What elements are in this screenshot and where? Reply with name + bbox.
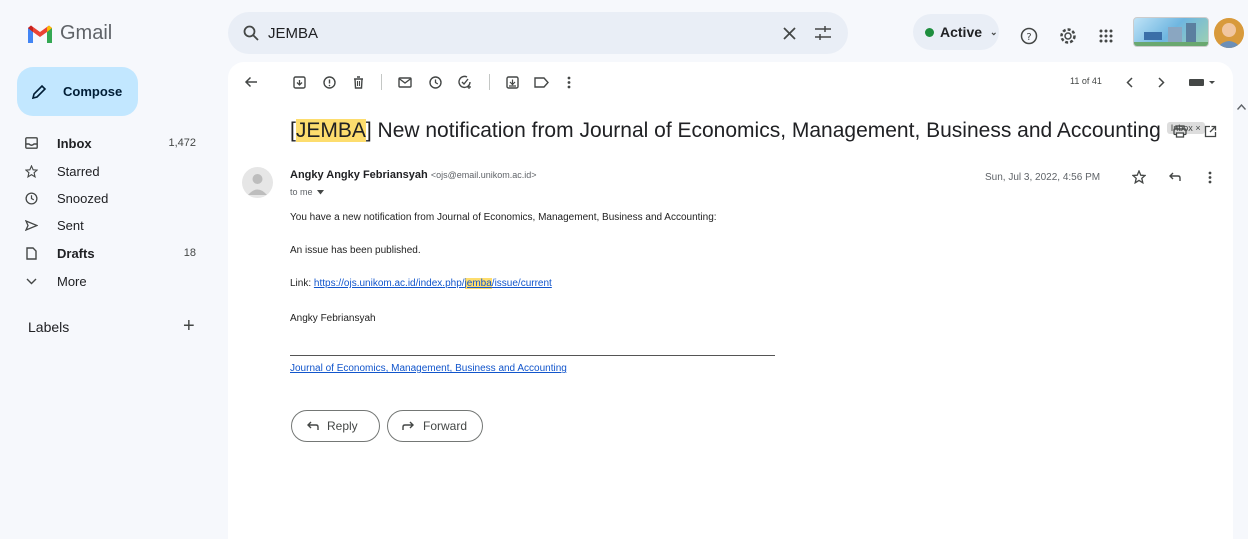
body-paragraph: An issue has been published. xyxy=(290,245,421,256)
link-text-part: /issue/current xyxy=(491,278,552,289)
mark-unread-mail-icon[interactable] xyxy=(396,73,414,91)
sender-line: Angky Angky Febriansyah <ojs@email.uniko… xyxy=(290,169,537,181)
sidebar-item-starred[interactable]: Starred xyxy=(24,158,204,184)
forward-icon xyxy=(402,421,414,430)
caret-down-icon xyxy=(316,189,324,194)
delete-trash-icon[interactable] xyxy=(349,73,367,91)
gmail-logo[interactable]: Gmail xyxy=(27,22,112,45)
sidebar-item-label: More xyxy=(57,273,87,289)
gmail-m-icon xyxy=(28,25,52,43)
snooze-clock-icon[interactable] xyxy=(426,73,444,91)
add-task-icon[interactable] xyxy=(456,73,474,91)
older-chevron-right-icon[interactable] xyxy=(1153,74,1169,90)
send-icon xyxy=(24,219,38,231)
sidebar-item-inbox[interactable]: Inbox 1,472 xyxy=(24,130,204,156)
inbox-icon xyxy=(24,137,38,149)
sidebar-item-snoozed[interactable]: Snoozed xyxy=(24,185,204,211)
report-spam-icon[interactable] xyxy=(320,73,338,91)
open-new-window-icon[interactable] xyxy=(1202,123,1218,139)
body-link-line: Link: https://ojs.unikom.ac.id/index.php… xyxy=(290,278,552,289)
input-tools-keyboard-icon[interactable] xyxy=(1185,74,1219,90)
forward-button[interactable]: Forward xyxy=(387,410,483,442)
sidebar-item-sent[interactable]: Sent xyxy=(24,212,204,238)
settings-gear-icon[interactable] xyxy=(1058,26,1078,46)
sidebar-item-label: Sent xyxy=(57,217,84,233)
toolbar-divider xyxy=(381,74,382,90)
message-more-options-icon[interactable] xyxy=(1202,169,1218,185)
sidebar-item-label: Drafts xyxy=(57,245,95,261)
sidebar-item-drafts[interactable]: Drafts 18 xyxy=(24,240,204,266)
scroll-up-arrow-icon[interactable] xyxy=(1235,102,1247,112)
sidebar-item-label: Inbox xyxy=(57,135,92,151)
recipient-label: to me xyxy=(290,187,313,197)
subject-rest: ] New notification from Journal of Econo… xyxy=(365,119,1161,142)
archive-icon[interactable] xyxy=(290,73,308,91)
link-text-part: https://ojs.unikom.ac.id/index.php/ xyxy=(313,278,465,289)
recipient-dropdown[interactable]: to me xyxy=(290,187,324,197)
account-organization-logo[interactable] xyxy=(1133,17,1209,47)
toolbar-divider xyxy=(489,74,490,90)
pagination-count: 11 of 41 xyxy=(1070,76,1102,86)
more-options-vertical-icon[interactable] xyxy=(560,73,578,91)
signature-name: Angky Febriansyah xyxy=(290,313,376,324)
issue-link[interactable]: https://ojs.unikom.ac.id/index.php/jemba… xyxy=(314,278,552,289)
clock-icon xyxy=(24,191,38,205)
sidebar-item-count: 18 xyxy=(183,247,196,259)
search-bar[interactable] xyxy=(228,12,848,54)
apps-grid-icon[interactable] xyxy=(1096,26,1116,46)
compose-button[interactable]: Compose xyxy=(17,67,138,116)
svg-text:?: ? xyxy=(1026,32,1031,43)
compose-label: Compose xyxy=(63,84,123,99)
remove-label-icon[interactable]: × xyxy=(1195,123,1200,133)
clear-search-icon[interactable] xyxy=(780,24,798,42)
chevron-down-icon: ⌄ xyxy=(990,26,998,37)
print-icon[interactable] xyxy=(1172,123,1188,139)
reply-label: Reply xyxy=(327,419,358,433)
forward-label: Forward xyxy=(423,419,468,433)
star-message-icon[interactable] xyxy=(1131,169,1147,185)
sidebar-item-label: Snoozed xyxy=(57,190,109,206)
avatar[interactable] xyxy=(1214,18,1244,48)
labels-heading: Labels xyxy=(28,319,70,335)
star-icon xyxy=(24,164,38,178)
body-paragraph: You have a new notification from Journal… xyxy=(290,212,717,223)
add-label-button[interactable]: + xyxy=(183,316,195,336)
search-input[interactable] xyxy=(268,24,768,42)
search-options-icon[interactable] xyxy=(814,24,832,42)
journal-link-line: Journal of Economics, Management, Busine… xyxy=(290,363,567,374)
signature-divider xyxy=(290,355,775,356)
subject-prefix: [ xyxy=(290,119,296,142)
label-tag-icon[interactable] xyxy=(532,73,550,91)
app-name: Gmail xyxy=(60,22,113,44)
subject-search-highlight: JEMBA xyxy=(295,119,366,142)
link-label: Link: xyxy=(290,278,312,289)
sender-name[interactable]: Angky Angky Febriansyah xyxy=(290,169,428,181)
main-menu-icon[interactable] xyxy=(0,0,1,1)
reply-button[interactable]: Reply xyxy=(291,410,380,442)
reply-icon xyxy=(307,421,319,430)
newer-chevron-left-icon[interactable] xyxy=(1121,74,1137,90)
sender-avatar[interactable] xyxy=(242,167,273,198)
reply-arrow-icon[interactable] xyxy=(1166,169,1182,185)
active-status-dot-icon xyxy=(925,27,934,37)
message-subject: [JEMBA] New notification from Journal of… xyxy=(290,119,1205,143)
link-search-highlight: jemba xyxy=(464,278,492,289)
back-arrow-icon[interactable] xyxy=(242,73,260,91)
search-icon[interactable] xyxy=(242,24,260,42)
status-label: Active xyxy=(940,24,983,40)
file-icon xyxy=(24,246,38,260)
sidebar-item-more[interactable]: More xyxy=(24,268,204,294)
chevron-down-icon xyxy=(24,278,38,285)
message-date: Sun, Jul 3, 2022, 4:56 PM xyxy=(985,172,1101,183)
help-icon[interactable]: ? xyxy=(1019,26,1039,46)
pencil-icon xyxy=(31,84,47,100)
sidebar-item-count: 1,472 xyxy=(168,137,196,149)
journal-link[interactable]: Journal of Economics, Management, Busine… xyxy=(290,363,567,374)
sidebar-item-label: Starred xyxy=(57,163,100,179)
status-dropdown[interactable]: Active ⌄ xyxy=(913,14,999,50)
move-to-icon[interactable] xyxy=(503,73,521,91)
sender-email: <ojs@email.unikom.ac.id> xyxy=(430,170,537,180)
